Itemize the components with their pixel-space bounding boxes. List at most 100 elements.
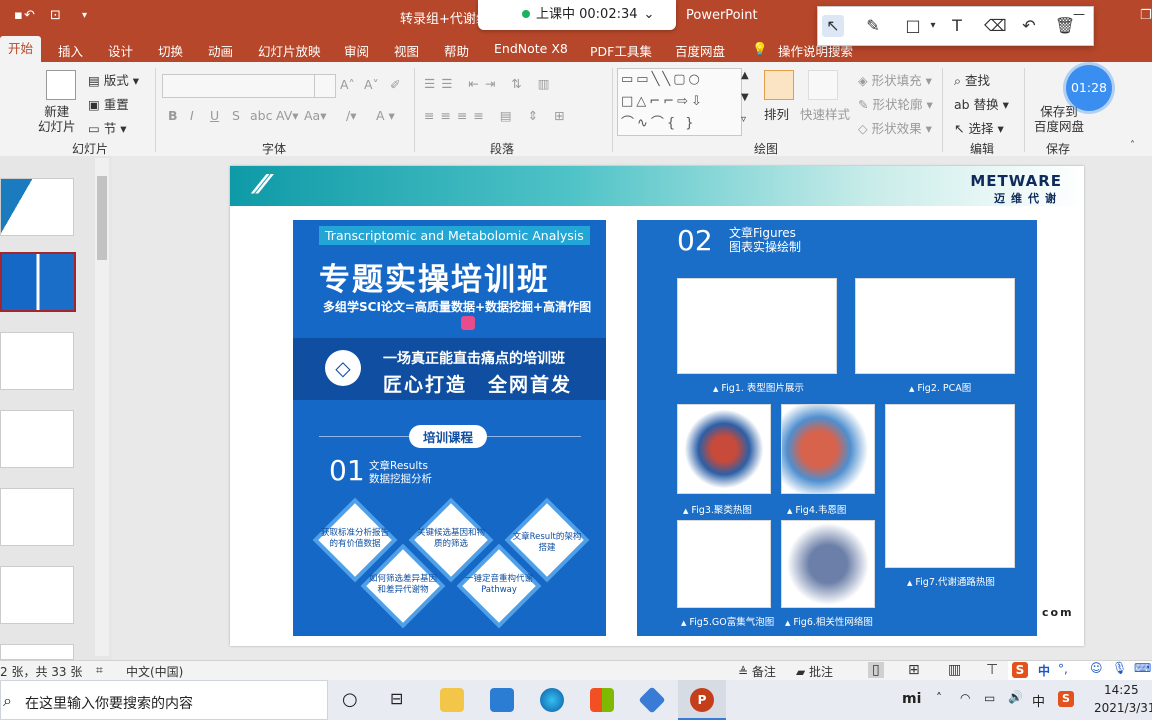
edge-browser-icon[interactable] (540, 688, 564, 712)
find-button[interactable]: ⌕ 查找 (954, 70, 990, 89)
search-input[interactable]: 在这里输入你要搜索的内容 (25, 693, 193, 713)
shape-outline-button[interactable]: ✎ 形状轮廓 ▾ (858, 94, 933, 113)
mail-icon[interactable] (490, 688, 514, 712)
underline-icon[interactable]: U (210, 108, 219, 123)
tab-pdf-tools[interactable]: PDF工具集 (590, 41, 652, 60)
gallery-scroll-up-icon[interactable]: ▲ (741, 70, 749, 81)
shadow-icon[interactable]: S (232, 108, 240, 123)
font-color-icon[interactable]: A ▾ (376, 108, 395, 123)
ime-mode[interactable]: 中 (1038, 662, 1050, 679)
countdown-timer[interactable]: 01:28 (1066, 65, 1112, 111)
tab-insert[interactable]: 插入 (58, 41, 83, 60)
shrink-font-icon[interactable]: A˅ (364, 77, 379, 92)
tab-design[interactable]: 设计 (108, 41, 133, 60)
tab-slideshow[interactable]: 幻灯片放映 (258, 41, 321, 60)
trash-tool-icon[interactable]: 🗑 (1054, 15, 1076, 37)
char-spacing-icon[interactable]: AV▾ (276, 108, 299, 123)
cortana-icon[interactable]: ○ (342, 689, 358, 710)
tab-help[interactable]: 帮助 (444, 41, 469, 60)
gallery-more-icon[interactable]: ▿ (741, 114, 746, 125)
store-icon[interactable] (590, 688, 614, 712)
gallery-scroll-down-icon[interactable]: ▼ (741, 92, 749, 103)
undo-icon[interactable]: ↶ (24, 8, 35, 23)
accessibility-icon[interactable]: ⌗ (96, 663, 103, 678)
task-view-icon[interactable]: ⊟ (390, 689, 403, 708)
tab-review[interactable]: 审阅 (344, 41, 369, 60)
sogou-logo-icon[interactable]: S (1012, 662, 1028, 678)
sogou-tray-icon[interactable]: S (1058, 691, 1074, 707)
slide-thumbnail-1[interactable] (0, 178, 74, 236)
italic-icon[interactable]: I (190, 108, 194, 123)
tab-endnote[interactable]: EndNote X8 (494, 41, 568, 56)
voice-input-icon[interactable]: 🎙 (1112, 661, 1127, 675)
class-status-pill[interactable]: 上课中 00:02:34 ⌄ (478, 0, 676, 30)
tab-transitions[interactable]: 切换 (158, 41, 183, 60)
text-tool-icon[interactable]: T (946, 15, 968, 37)
slide-thumbnail-4[interactable] (0, 410, 74, 468)
powerpoint-taskbar-button[interactable]: P (678, 680, 726, 720)
app-icon[interactable] (638, 686, 666, 714)
arrange-icon[interactable] (764, 70, 794, 100)
keyboard-icon[interactable]: ⌨ (1134, 661, 1151, 675)
list-icons[interactable]: ☰☰ ⇤⇥ ⇅ ▥ (424, 76, 556, 91)
new-slide-icon[interactable] (46, 70, 76, 100)
highlight-icon[interactable]: ∕▾ (346, 108, 357, 123)
section-button[interactable]: ▭ 节 ▾ (88, 118, 127, 137)
rectangle-tool-icon[interactable]: □ (902, 15, 924, 37)
taskbar-search[interactable]: ⌕ 在这里输入你要搜索的内容 (0, 680, 328, 720)
emoji-icon[interactable]: ☺ (1090, 661, 1103, 675)
slide-thumbnail-5[interactable] (0, 488, 74, 546)
collapse-ribbon-icon[interactable]: ˄ (1130, 140, 1135, 151)
bold-icon[interactable]: B (168, 108, 178, 123)
quick-styles-button[interactable]: 快速样式 (800, 104, 850, 123)
clock-date[interactable]: 2021/3/31 (1094, 701, 1152, 715)
slideshow-view-icon[interactable]: ⊤ (986, 662, 998, 678)
shape-gallery[interactable]: ▭▭╲╲▢○ □△⌐⌐⇨⇩ ⌒∿⌒{ } (617, 68, 742, 136)
pen-tool-icon[interactable]: ✎ (862, 15, 884, 37)
slide-thumbnail-7[interactable] (0, 644, 74, 660)
qat-dropdown-icon[interactable]: ▾ (82, 10, 87, 21)
clear-format-icon[interactable]: ✐ (390, 77, 400, 92)
tab-home[interactable]: 开始 (0, 36, 42, 62)
wifi-icon[interactable]: ◠ (960, 691, 970, 705)
save-icon[interactable]: ▪ (14, 8, 23, 23)
tab-baidu-netdisk[interactable]: 百度网盘 (675, 41, 725, 60)
thumbnail-scroll-thumb[interactable] (97, 176, 107, 260)
change-case-icon[interactable]: Aa▾ (304, 108, 327, 123)
strikethrough-icon[interactable]: abc (250, 108, 272, 123)
tab-view[interactable]: 视图 (394, 41, 419, 60)
undo-tool-icon[interactable]: ↶ (1018, 15, 1040, 37)
slide-thumbnail-3[interactable] (0, 332, 74, 390)
reading-view-icon[interactable]: ▥ (948, 662, 961, 678)
shape-fill-button[interactable]: ◈ 形状填充 ▾ (858, 70, 932, 89)
quick-styles-icon[interactable] (808, 70, 838, 100)
normal-view-icon[interactable]: ▯ (868, 662, 884, 678)
arrange-button[interactable]: 排列 (764, 104, 789, 123)
input-method-indicator[interactable]: 中 (1032, 691, 1045, 710)
restore-window-icon[interactable]: ❐ (1140, 8, 1152, 23)
grow-font-icon[interactable]: A˄ (340, 77, 355, 92)
punctuation-icon[interactable]: °, (1058, 662, 1068, 676)
tray-overflow-icon[interactable]: ˄ (936, 691, 942, 705)
notes-button[interactable]: ≜ 备注 (738, 663, 776, 680)
language-indicator[interactable]: 中文(中国) (126, 663, 183, 680)
current-slide[interactable]: ⁄⁄ METWARE 迈维代谢 Transcriptomic and Metab… (230, 166, 1084, 646)
slide-thumbnail-2[interactable] (0, 252, 76, 312)
shape-effects-button[interactable]: ◇ 形状效果 ▾ (858, 118, 932, 137)
comments-button[interactable]: ▰ 批注 (796, 663, 833, 680)
slideshow-icon[interactable]: ⊡ (50, 8, 61, 23)
select-button[interactable]: ↖ 选择 ▾ (954, 118, 1004, 137)
clock-time[interactable]: 14:25 (1104, 683, 1139, 697)
pointer-tool-icon[interactable]: ↖ (822, 15, 844, 37)
replace-button[interactable]: ab 替换 ▾ (954, 94, 1009, 113)
slide-thumbnail-6[interactable] (0, 566, 74, 624)
tab-animations[interactable]: 动画 (208, 41, 233, 60)
save-to-baidu-button[interactable]: 保存到 百度网盘 (1034, 104, 1084, 134)
eraser-tool-icon[interactable]: ⌫ (984, 15, 1007, 37)
font-name-select[interactable] (162, 74, 334, 98)
reset-button[interactable]: ▣ 重置 (88, 94, 129, 113)
battery-icon[interactable]: ▭ (984, 691, 995, 705)
shape-dropdown-icon[interactable]: ▾ (922, 15, 944, 37)
volume-icon[interactable]: 🔊 (1008, 690, 1023, 704)
file-explorer-icon[interactable] (440, 688, 464, 712)
